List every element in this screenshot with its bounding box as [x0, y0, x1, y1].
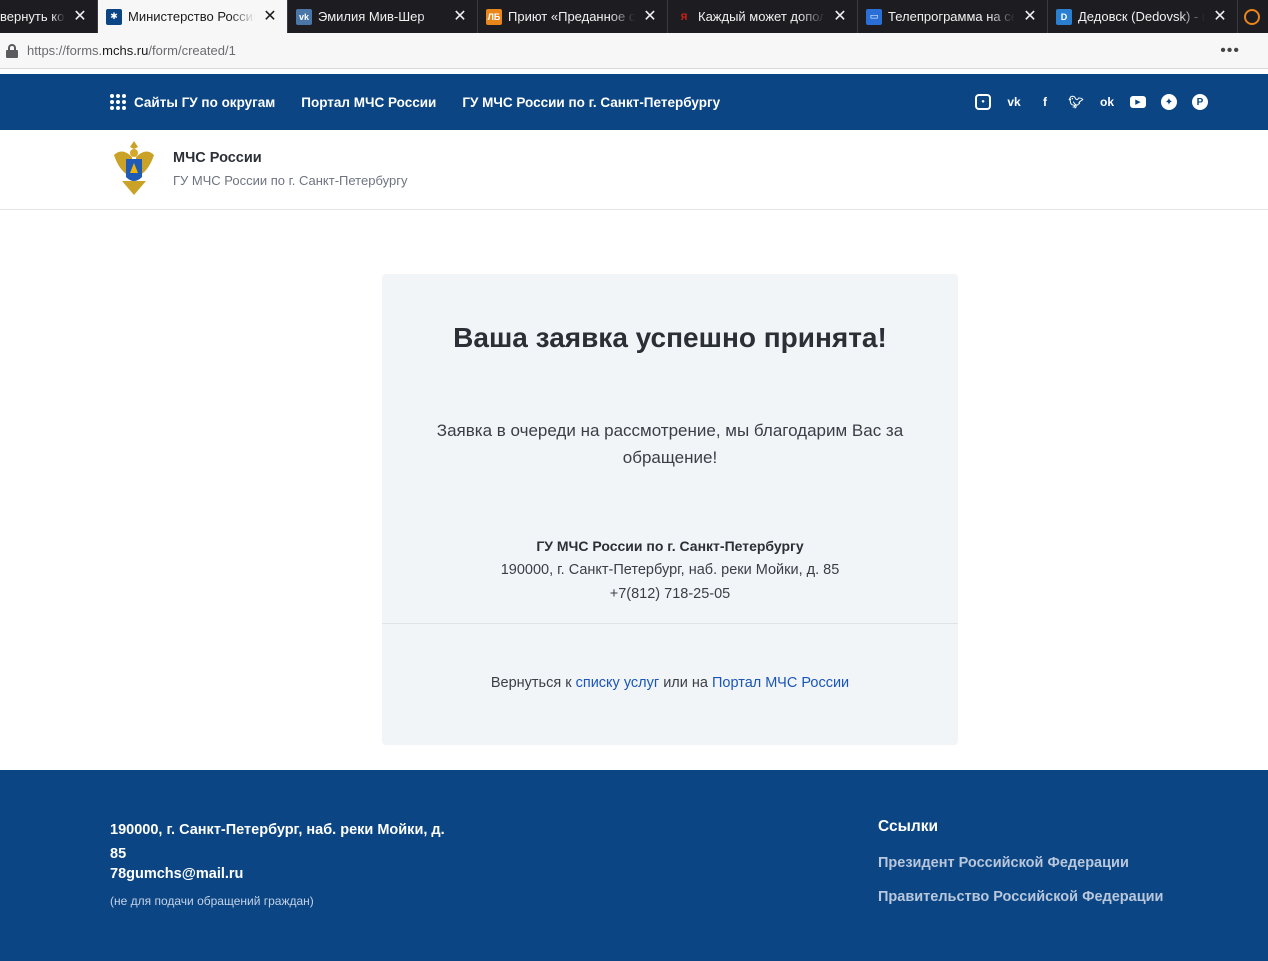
top-navigation: Сайты ГУ по округам Портал МЧС России ГУ…: [0, 74, 1268, 130]
close-icon[interactable]: ✕: [1213, 8, 1227, 24]
mchs-icon: ✱: [106, 8, 122, 25]
nav-gu-link[interactable]: ГУ МЧС России по г. Санкт-Петербургу: [462, 95, 720, 110]
url-text[interactable]: https://forms.mchs.ru/form/created/1: [27, 43, 236, 58]
tab-label: Приют «Преданное сердце»: [508, 9, 635, 24]
browser-tab[interactable]: [1238, 0, 1268, 33]
pinterest-icon[interactable]: P: [1192, 94, 1208, 110]
tab-label: вернуть кота: [0, 9, 65, 24]
yandex-icon: Я: [676, 8, 692, 25]
vk-icon: vk: [296, 8, 312, 25]
portal-link[interactable]: Портал МЧС России: [712, 675, 849, 691]
twitter-icon[interactable]: 🐦︎: [1068, 94, 1084, 110]
divider: [382, 623, 958, 624]
close-icon[interactable]: ✕: [263, 8, 277, 24]
lock-icon[interactable]: [6, 43, 18, 58]
close-icon[interactable]: ✕: [453, 8, 467, 24]
browser-tab[interactable]: вернуть кота ✕: [0, 0, 98, 33]
return-line: Вернуться к списку услуг или на Портал М…: [382, 675, 958, 691]
org-address: 190000, г. Санкт-Петербург, наб. реки Мо…: [500, 562, 840, 578]
vk-icon[interactable]: vk: [1006, 94, 1022, 110]
grid-menu-icon[interactable]: [110, 94, 126, 110]
close-icon[interactable]: ✕: [643, 8, 657, 24]
success-message: Заявка в очереди на рассмотрение, мы бла…: [436, 421, 904, 467]
close-icon[interactable]: ✕: [73, 8, 87, 24]
brand-subtitle: ГУ МЧС России по г. Санкт-Петербургу: [173, 173, 408, 188]
president-link[interactable]: Президент Российской Федерации: [878, 855, 1129, 871]
government-link[interactable]: Правительство Российской Федерации: [878, 889, 1163, 905]
footer-links-title: Ссылки: [878, 818, 938, 835]
tv-icon: ▭: [866, 8, 882, 25]
browser-tab[interactable]: D Дедовск (Dedovsk) - пр ✕: [1048, 0, 1238, 33]
nav-portal-link[interactable]: Портал МЧС России: [301, 95, 436, 110]
youtube-icon[interactable]: ▶: [1130, 96, 1146, 108]
org-phone: +7(812) 718-25-05: [609, 586, 731, 602]
success-title: Ваша заявка успешно принята!: [453, 322, 887, 353]
services-list-link[interactable]: списку услуг: [576, 675, 660, 691]
social-links: ● vk f 🐦︎ ok ▶ ✦ P: [960, 94, 1208, 110]
page-actions-menu-icon[interactable]: •••: [1220, 42, 1240, 60]
org-name: ГУ МЧС России по г. Санкт-Петербургу: [536, 538, 804, 554]
tab-label: Дедовск (Dedovsk) - пр: [1078, 9, 1205, 24]
browser-tab[interactable]: ЛБ Приют «Преданное сердце» ✕: [478, 0, 668, 33]
odnoklassniki-icon[interactable]: ok: [1099, 94, 1115, 110]
browser-tab-strip: вернуть кота ✕ ✱ Министерство Российской…: [0, 0, 1268, 33]
close-icon[interactable]: ✕: [833, 8, 847, 24]
zen-icon[interactable]: ✦: [1161, 94, 1177, 110]
footer-email[interactable]: 78gumchs@mail.ru: [110, 866, 243, 882]
footer-address: 190000, г. Санкт-Петербург, наб. реки Мо…: [110, 822, 445, 862]
tab-label: Каждый может дополнить: [698, 9, 825, 24]
tab-label: Эмилия Мив-Шер: [318, 9, 425, 24]
site-icon: [1244, 8, 1260, 25]
success-card: Ваша заявка успешно принята! Заявка в оч…: [382, 274, 958, 745]
mchs-emblem-logo[interactable]: [110, 137, 158, 199]
browser-tab[interactable]: ▭ Телепрограмма на сегодня ✕: [858, 0, 1048, 33]
facebook-icon[interactable]: f: [1037, 94, 1053, 110]
address-bar[interactable]: https://forms.mchs.ru/form/created/1 •••: [0, 33, 1268, 69]
browser-tab[interactable]: vk Эмилия Мив-Шер ✕: [288, 0, 478, 33]
browser-tab-active[interactable]: ✱ Министерство Российской ✕: [98, 0, 288, 33]
dedovsk-icon: D: [1056, 8, 1072, 25]
close-icon[interactable]: ✕: [1023, 8, 1037, 24]
site-header: МЧС России ГУ МЧС России по г. Санкт-Пет…: [0, 130, 1268, 210]
nav-sites-link[interactable]: Сайты ГУ по округам: [134, 95, 275, 110]
return-middle: или на: [659, 675, 712, 691]
tab-label: Министерство Российской: [128, 9, 255, 24]
footer-email-note: (не для подачи обращений граждан): [110, 894, 314, 908]
lb-icon: ЛБ: [486, 8, 502, 25]
site-footer: 190000, г. Санкт-Петербург, наб. реки Мо…: [0, 770, 1268, 961]
brand-title[interactable]: МЧС России: [173, 150, 262, 166]
browser-tab[interactable]: Я Каждый может дополнить ✕: [668, 0, 858, 33]
instagram-icon[interactable]: ●: [975, 94, 991, 110]
return-prefix: Вернуться к: [490, 675, 576, 691]
tab-label: Телепрограмма на сегодня: [888, 9, 1015, 24]
